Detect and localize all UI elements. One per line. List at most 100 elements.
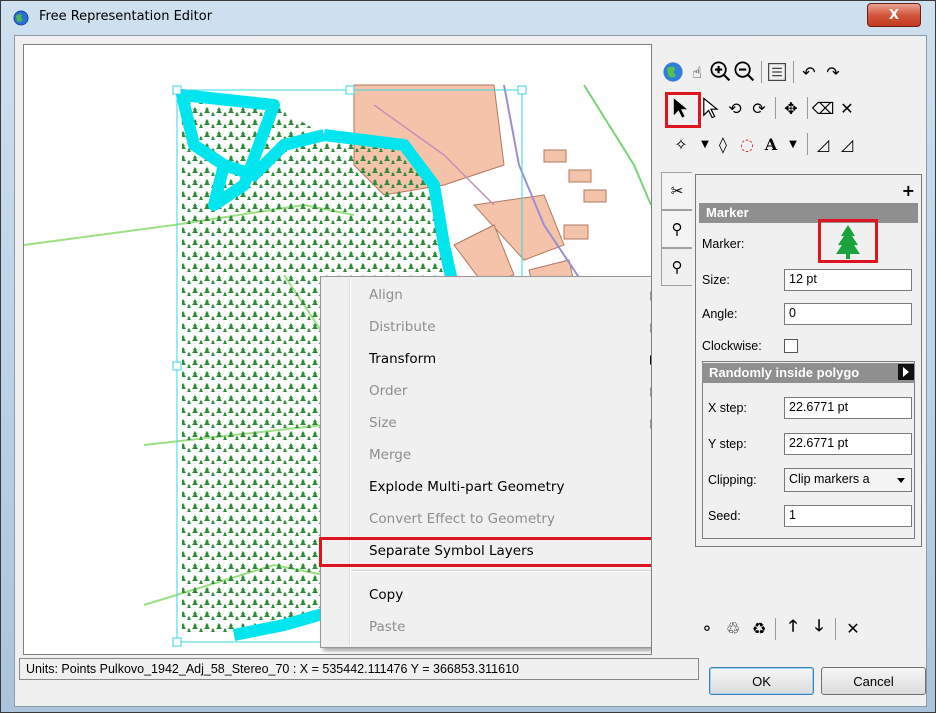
size-label: Size: — [702, 273, 730, 287]
marker-properties-panel: + Marker Marker: Size: 12 pt Angle: 0 Cl… — [695, 174, 922, 547]
title-bar[interactable]: Free Representation Editor X — [1, 1, 935, 35]
toolbar-separator — [807, 133, 808, 155]
lasso-direct-select-icon[interactable]: ⟳ — [747, 96, 771, 120]
menu-item-label: Order — [369, 383, 408, 399]
duplicate-layer-icon[interactable]: ♲ — [721, 616, 745, 640]
size-field[interactable]: 12 pt — [784, 269, 912, 291]
effects-icon: ✂ — [670, 183, 684, 200]
clipping-label: Clipping: — [708, 473, 757, 487]
globe-icon — [13, 10, 29, 26]
menu-item-distribute: Distribute — [321, 314, 651, 342]
placement-header-label: Randomly inside polygo — [709, 365, 860, 380]
undo-icon[interactable]: ↶ — [797, 60, 821, 84]
marker-icon: ⚲ — [671, 221, 683, 238]
remove-layer-icon[interactable]: ♻ — [747, 616, 771, 640]
xstep-field[interactable]: 22.6771 pt — [784, 397, 912, 419]
toolbar-separator — [775, 97, 776, 119]
globe-icon[interactable] — [661, 60, 685, 84]
eraser-icon[interactable]: ⌫ — [811, 96, 835, 120]
add-vertex-icon[interactable]: ✧ — [669, 132, 693, 156]
highlight-separate-symbol-layers — [319, 537, 651, 567]
toolbar-separator — [793, 61, 794, 83]
direct-select-icon[interactable] — [699, 96, 723, 120]
menu-item-label: Merge — [369, 447, 412, 463]
menu-separator — [351, 570, 651, 572]
placement-menu-arrow-icon[interactable] — [898, 364, 914, 380]
toolbar-separator — [835, 618, 836, 640]
move-up-icon[interactable]: 🡑 — [781, 616, 805, 640]
lasso-select-icon[interactable]: ⟲ — [723, 96, 747, 120]
marker-section-header: Marker — [699, 203, 918, 223]
angle-label: Angle: — [702, 307, 738, 321]
delete-layer-icon[interactable]: ✕ — [841, 616, 865, 640]
submenu-arrow-icon — [650, 291, 651, 301]
tab-marker-layer-1[interactable]: ⚲ — [661, 210, 692, 248]
marker-label: Marker: — [702, 237, 745, 251]
tab-marker-layer-2[interactable]: ⚲ — [661, 248, 692, 286]
menu-item-label: Copy — [369, 587, 404, 603]
redo-icon[interactable]: ↷ — [821, 60, 845, 84]
move-icon[interactable]: ✥ — [779, 96, 803, 120]
marker-icon: ⚲ — [671, 259, 683, 276]
menu-item-label: Transform — [369, 351, 437, 367]
add-layer-icon[interactable]: ⚬ — [695, 616, 719, 640]
menu-item-paste: Paste — [321, 614, 651, 642]
editor-client-area: Align Distribute Transform Order Size Me… — [14, 35, 927, 707]
submenu-arrow-icon — [650, 323, 651, 333]
context-menu: Align Distribute Transform Order Size Me… — [319, 276, 651, 648]
cancel-button[interactable]: Cancel — [821, 667, 926, 695]
measure-2-icon[interactable]: ◿ — [835, 132, 859, 156]
editor-window: Free Representation Editor X Align Distr… — [0, 0, 936, 713]
tab-effects[interactable]: ✂ — [661, 172, 692, 210]
menu-item-label: Explode Multi-part Geometry — [369, 479, 565, 495]
marker-symbol-swatch[interactable] — [818, 219, 878, 263]
chevron-down-icon — [897, 478, 905, 483]
menu-item-convert-effect: Convert Effect to Geometry — [321, 506, 651, 534]
menu-item-order: Order — [321, 378, 651, 406]
ystep-field[interactable]: 22.6771 pt — [784, 433, 912, 455]
close-button[interactable]: X — [867, 3, 921, 27]
window-title: Free Representation Editor — [39, 9, 213, 24]
map-canvas[interactable]: Align Distribute Transform Order Size Me… — [23, 44, 652, 655]
clipping-select-value: Clip markers a — [789, 472, 870, 486]
move-down-icon[interactable]: 🡓 — [807, 616, 831, 640]
menu-item-merge: Merge — [321, 442, 651, 470]
menu-item-align: Align — [321, 282, 651, 310]
submenu-arrow-icon — [650, 355, 651, 365]
highlight-select-tool — [665, 92, 701, 128]
menu-item-label: Size — [369, 415, 397, 431]
measure-icon[interactable]: ◿ — [811, 132, 835, 156]
highlight-marker-symbol — [818, 219, 878, 263]
menu-item-label: Align — [369, 287, 403, 303]
angle-field[interactable]: 0 — [784, 303, 912, 325]
reshape-tool-icon[interactable]: ◌ — [735, 132, 759, 156]
menu-item-transform[interactable]: Transform — [321, 346, 651, 374]
delete-icon[interactable]: ✕ — [835, 96, 859, 120]
dropdown-arrow-icon[interactable]: ▼ — [781, 132, 805, 156]
ok-button[interactable]: OK — [709, 667, 814, 695]
ystep-label: Y step: — [708, 437, 747, 451]
menu-item-explode[interactable]: Explode Multi-part Geometry — [321, 474, 651, 502]
toolbar-separator — [807, 97, 808, 119]
full-extent-icon[interactable] — [765, 60, 789, 84]
toolbar-separator — [761, 61, 762, 83]
menu-item-copy[interactable]: Copy — [321, 582, 651, 610]
clockwise-checkbox[interactable] — [784, 339, 798, 353]
toolbar: ☝ ↶ ↷ ⟲ ⟳ ✥ ⌫ ✕ ✧ ▼ ◊ ◌ A ▼ ◿ ◿ — [661, 56, 921, 166]
status-bar: Units: Points Pulkovo_1942_Adj_58_Stereo… — [19, 658, 699, 680]
seed-label: Seed: — [708, 509, 741, 523]
seed-field[interactable]: 1 — [784, 505, 912, 527]
xstep-label: X step: — [708, 401, 747, 415]
add-effect-button[interactable]: + — [902, 181, 915, 200]
zoom-in-icon[interactable] — [709, 60, 733, 84]
menu-item-label: Paste — [369, 619, 406, 635]
layer-actions-toolbar: ⚬ ♲ ♻ 🡑 🡓 ✕ — [695, 616, 920, 642]
shape-tool-icon[interactable]: ◊ — [711, 132, 735, 156]
clockwise-label: Clockwise: — [702, 339, 762, 353]
clipping-select[interactable]: Clip markers a — [784, 468, 912, 492]
zoom-out-icon[interactable] — [733, 60, 757, 84]
text-tool-icon[interactable]: A — [759, 132, 783, 156]
pan-hand-icon[interactable]: ☝ — [685, 60, 709, 84]
submenu-arrow-icon — [650, 387, 651, 397]
toolbar-separator — [775, 618, 776, 640]
